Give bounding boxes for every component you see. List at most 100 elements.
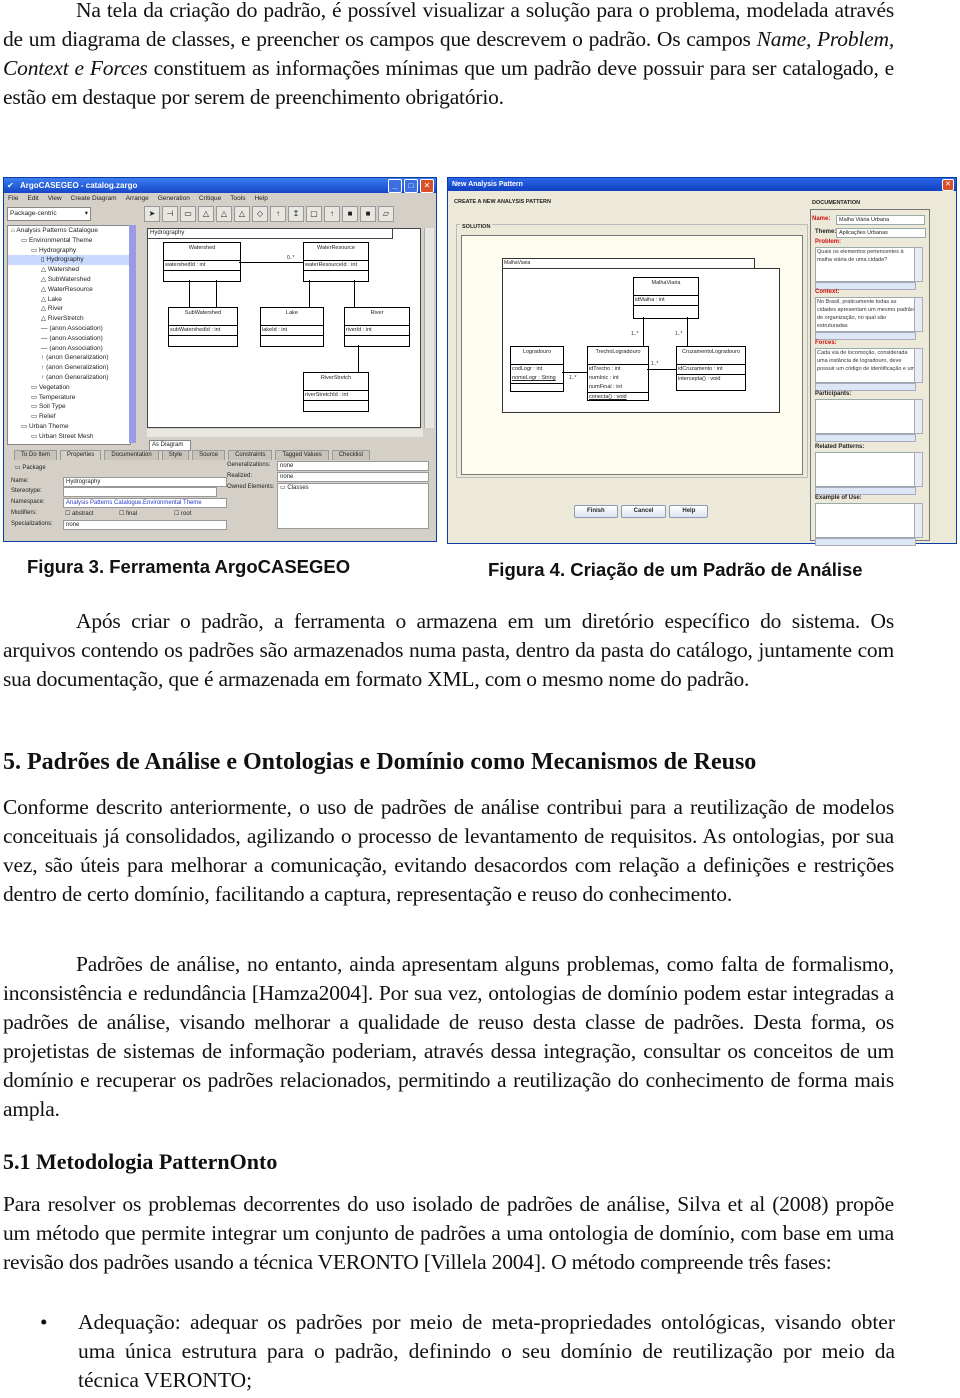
uml-class-malhaviaria[interactable]: MalhaViaria idMalha : int [633,277,699,319]
related-patterns-textarea[interactable] [815,452,923,495]
tree-item[interactable]: △ Lake [8,295,130,305]
tree-item[interactable]: △ RiverStretch [8,314,130,324]
class-diagram-canvas[interactable]: Watershed watershedId : int WaterResource… [147,228,421,428]
details-tab[interactable]: Source [192,450,226,460]
details-tab[interactable]: Documentation [104,450,159,460]
details-tab[interactable]: To Do Item [14,450,58,460]
class-tool-icon[interactable]: △ [234,206,250,222]
scrollbar[interactable] [815,332,916,340]
tree-item[interactable]: ↑ (anon Generalization) [8,363,130,373]
theme-input[interactable]: Aplicações Urbanas [836,228,926,238]
context-text[interactable]: No Brasil, praticamente todas as cidades… [815,297,917,332]
close-button[interactable]: ✕ [942,179,954,191]
forces-text[interactable]: Cada via de locomoção, considerada uma i… [815,348,917,383]
select-tool-icon[interactable]: ➤ [144,206,160,222]
note-tool-icon[interactable]: ▢ [306,206,322,222]
uml-class-lake[interactable]: Lake lakeId : int [260,307,324,347]
menu-item[interactable]: Create Diagram [71,193,117,204]
package-tool-icon[interactable]: ▭ [180,206,196,222]
menu-item[interactable]: Edit [27,193,38,204]
tree-item[interactable]: ↑ (anon Generalization) [8,373,130,383]
tree-item[interactable]: ↑ (anon Generalization) [8,353,130,363]
uml-class-riverstretch[interactable]: RiverStretch riverStretchId : int [303,372,369,412]
menu-item[interactable]: Tools [230,193,245,204]
minimize-button[interactable]: _ [388,179,402,193]
generalizations-field[interactable]: none [277,461,429,471]
scrollbar[interactable] [815,538,916,546]
tree-item[interactable]: ▭ Urban Street Mesh [8,432,130,442]
problem-text[interactable]: Quais os elementos pertencentes à malha … [815,247,917,282]
help-button[interactable]: Help [669,505,709,518]
maximize-button[interactable]: □ [404,179,418,193]
uml-class-subwatershed[interactable]: SubWatershed subWatershedId : int [168,307,238,347]
menu-item[interactable]: View [48,193,62,204]
name-input[interactable]: Malha Viária Urbana [836,215,925,225]
scrollbar[interactable] [815,383,916,391]
realization-tool-icon[interactable]: ↥ [288,206,304,222]
tree-item[interactable]: ▭ Relief [8,412,130,422]
generalization-tool-icon[interactable]: ↑ [270,206,286,222]
context-textarea[interactable]: No Brasil, praticamente todas as cidades… [815,297,923,340]
tree-item[interactable]: ⌂ Analysis Patterns Catalogue [8,226,130,236]
tree-item[interactable]: ▯ Hydrography [8,255,130,266]
menu-item[interactable]: Arrange [126,193,149,204]
details-tab[interactable]: Tagged Values [275,450,329,460]
rect-tool-icon[interactable]: ■ [342,206,358,222]
comment-tool-icon[interactable]: ▱ [378,206,394,222]
scrollbar[interactable] [914,348,923,383]
close-button[interactable]: ✕ [420,179,434,193]
broom-tool-icon[interactable]: ⊣ [162,206,178,222]
class-tool-icon[interactable]: △ [198,206,214,222]
diagram-horizontal-scrollbar[interactable] [147,429,423,437]
scrollbar[interactable] [914,399,923,434]
class-tool-icon[interactable]: △ [216,206,232,222]
tree-item[interactable]: — (anon Association) [8,344,130,354]
scrollbar[interactable] [815,434,916,442]
example-of-use-textarea[interactable] [815,503,923,546]
menu-item[interactable]: Generation [158,193,190,204]
cancel-button[interactable]: Cancel [620,505,667,518]
tree-item[interactable]: △ Watershed [8,265,130,275]
tree-item[interactable]: △ River [8,304,130,314]
details-tab[interactable]: Checklist [331,450,371,460]
tree-scrollbar[interactable] [129,225,136,443]
details-tab[interactable]: Constraints [228,450,273,460]
finish-button[interactable]: Finish [574,505,618,518]
navigation-tree[interactable]: ⌂ Analysis Patterns Catalogue ▭ Environme… [7,225,131,445]
dependency-tool-icon[interactable]: ↑ [324,206,340,222]
scrollbar[interactable] [914,247,923,282]
diagram-vertical-scrollbar[interactable] [424,228,434,428]
details-tab[interactable]: Style [161,450,190,460]
menu-item[interactable]: Help [254,193,267,204]
participants-text[interactable] [815,399,917,434]
uml-class-trecholog[interactable]: TrechoLogradouro idTrecho : int numInic : … [587,346,649,401]
problem-textarea[interactable]: Quais os elementos pertencentes à malha … [815,247,923,290]
tree-item[interactable]: ▭ Environmental Theme [8,236,130,246]
specializations-field[interactable]: none [63,520,227,530]
namespace-link[interactable]: Analysis Patterns Catalogue.Environmenta… [63,498,227,508]
perspective-select[interactable]: Package-centric ▾ [7,207,91,221]
forces-textarea[interactable]: Cada via de locomoção, considerada uma i… [815,348,923,391]
owned-elements-list[interactable]: ▭ Classes [277,483,429,529]
rect-tool-icon[interactable]: ■ [360,206,376,222]
uml-class-river[interactable]: River riverId : int [344,307,410,347]
scrollbar[interactable] [914,503,923,538]
owned-element-item[interactable]: Classes [287,485,308,491]
name-field[interactable]: Hydrography [63,477,227,487]
menu-item[interactable]: Critique [199,193,221,204]
realized-field[interactable]: none [277,472,429,482]
tree-item[interactable]: — (anon Association) [8,324,130,334]
details-tab[interactable]: Properties [60,450,102,460]
participants-textarea[interactable] [815,399,923,442]
example-of-use-text[interactable] [815,503,917,538]
tree-item[interactable]: ▭ Vegetation [8,383,130,393]
final-checkbox[interactable]: ☐ final [119,510,137,517]
scrollbar[interactable] [914,452,923,487]
tree-item[interactable]: — (anon Association) [8,334,130,344]
tree-item[interactable]: ▭ Soil Type [8,402,130,412]
scrollbar[interactable] [914,297,923,332]
scrollbar[interactable] [815,487,916,495]
abstract-checkbox[interactable]: ☐ abstract [65,510,93,517]
uml-class-cruzamento[interactable]: CruzamentoLogradouro idCruzamento : int in… [676,346,746,391]
menu-item[interactable]: File [8,193,18,204]
